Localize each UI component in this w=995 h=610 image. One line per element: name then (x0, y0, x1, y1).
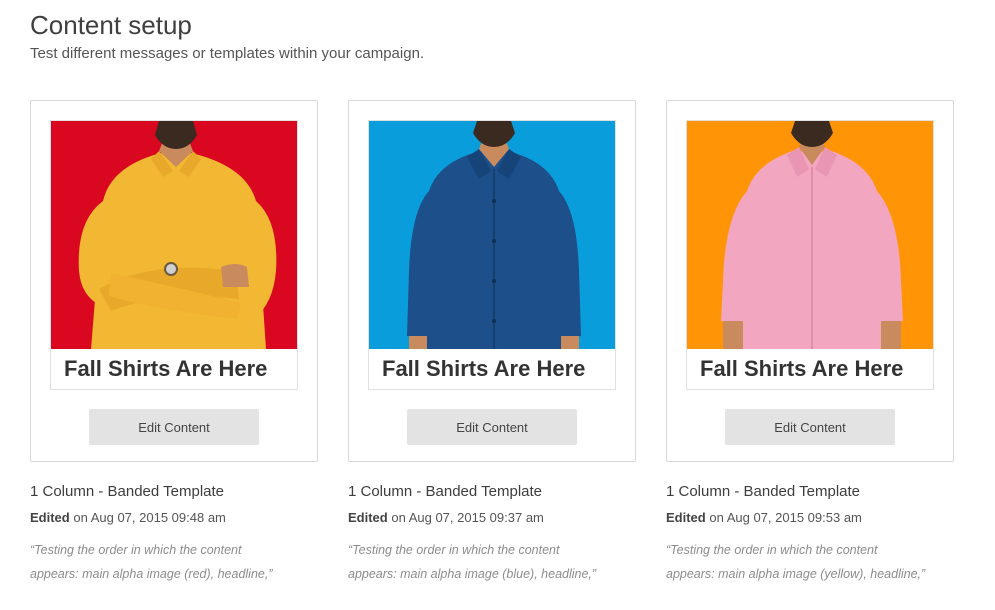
content-card: Fall Shirts Are Here Edit Content (30, 100, 318, 462)
preview-headline: Fall Shirts Are Here (369, 349, 615, 389)
description-line: “Testing the order in which the content (666, 543, 878, 557)
edited-date: on Aug 07, 2015 09:37 am (391, 510, 544, 525)
edited-info: Edited on Aug 07, 2015 09:48 am (30, 510, 330, 525)
template-name: 1 Column - Banded Template (348, 483, 543, 500)
content-preview[interactable]: Fall Shirts Are Here (368, 120, 616, 390)
preview-photo (369, 121, 615, 349)
model-image-red (51, 121, 297, 349)
page-title: Content setup (30, 10, 192, 40)
content-card: Fall Shirts Are Here Edit Content (666, 100, 954, 462)
edit-content-button[interactable]: Edit Content (89, 409, 259, 445)
template-name: 1 Column - Banded Template (666, 483, 861, 500)
edited-label: Edited (348, 510, 388, 525)
description-line: appears: main alpha image (yellow), head… (666, 567, 926, 581)
edited-info: Edited on Aug 07, 2015 09:53 am (666, 510, 966, 525)
description-line: appears: main alpha image (blue), headli… (348, 567, 597, 581)
page-subtitle: Test different messages or templates wit… (30, 45, 425, 62)
template-name: 1 Column - Banded Template (30, 483, 225, 500)
edit-content-button[interactable]: Edit Content (407, 409, 577, 445)
content-variant: Fall Shirts Are Here Edit Content 1 Colu… (666, 100, 956, 581)
preview-photo (687, 121, 933, 349)
content-variant: Fall Shirts Are Here Edit Content 1 Colu… (348, 100, 638, 581)
description-line: “Testing the order in which the content (348, 543, 560, 557)
variant-description: “Testing the order in which the content … (30, 538, 320, 586)
preview-photo (51, 121, 297, 349)
description-line: appears: main alpha image (red), headlin… (30, 567, 273, 581)
description-line: “Testing the order in which the content (30, 543, 242, 557)
edited-date: on Aug 07, 2015 09:48 am (73, 510, 226, 525)
edited-label: Edited (30, 510, 70, 525)
content-preview[interactable]: Fall Shirts Are Here (686, 120, 934, 390)
edit-content-button[interactable]: Edit Content (725, 409, 895, 445)
preview-headline: Fall Shirts Are Here (687, 349, 933, 389)
variant-description: “Testing the order in which the content … (666, 538, 956, 586)
variant-description: “Testing the order in which the content … (348, 538, 638, 586)
content-preview[interactable]: Fall Shirts Are Here (50, 120, 298, 390)
content-card: Fall Shirts Are Here Edit Content (348, 100, 636, 462)
model-image-blue (369, 121, 615, 349)
content-variant: Fall Shirts Are Here Edit Content 1 Colu… (30, 100, 320, 581)
model-image-orange (687, 121, 933, 349)
edited-info: Edited on Aug 07, 2015 09:37 am (348, 510, 648, 525)
edited-date: on Aug 07, 2015 09:53 am (709, 510, 862, 525)
preview-headline: Fall Shirts Are Here (51, 349, 297, 389)
edited-label: Edited (666, 510, 706, 525)
